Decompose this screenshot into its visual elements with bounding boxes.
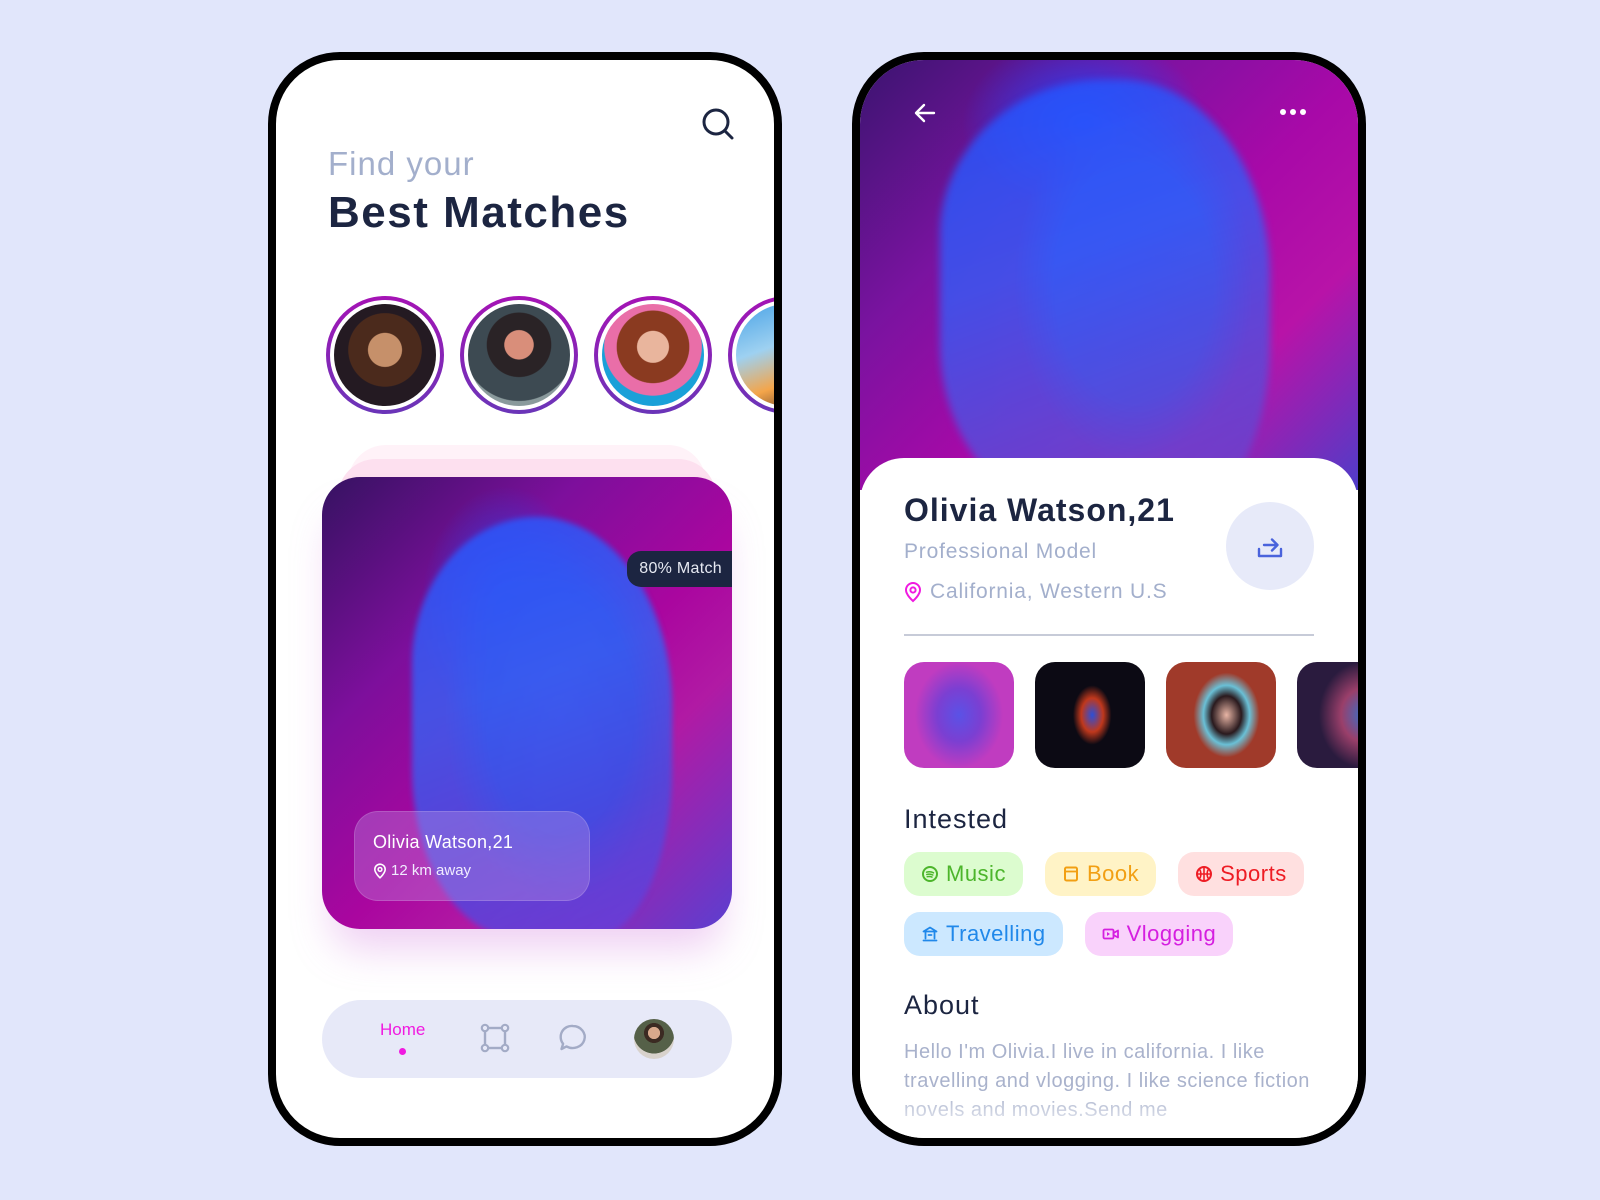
nav-discover[interactable]: [480, 1022, 510, 1054]
frame-icon: [480, 1023, 510, 1053]
section-divider: [904, 634, 1314, 636]
nav-messages[interactable]: [558, 1022, 588, 1054]
story-avatar-3[interactable]: [594, 296, 712, 414]
interest-chip-travelling[interactable]: Travelling: [904, 912, 1063, 956]
more-horizontal-icon-dot: [1300, 109, 1306, 115]
about-heading: About: [904, 990, 980, 1020]
chip-label: Music: [946, 861, 1006, 886]
story-avatar-4[interactable]: [728, 296, 774, 414]
interest-chip-vlogging[interactable]: Vlogging: [1084, 912, 1234, 956]
hero-photo-subject: [940, 80, 1270, 520]
distance-text: 12 km away: [391, 862, 472, 879]
share-icon: [1257, 538, 1283, 558]
chat-bubble-icon: [559, 1024, 586, 1051]
location-pin-icon: [373, 862, 387, 879]
home-screen-phone: Find your Best Matches 80% Match Olivia …: [268, 52, 782, 1146]
stories-row: [326, 296, 774, 418]
gallery-photo-3[interactable]: [1166, 662, 1276, 768]
gallery-photo-4[interactable]: [1297, 662, 1358, 768]
landmark-icon: [922, 926, 938, 942]
featured-match-card[interactable]: 80% Match Olivia Watson,21 12 km away: [322, 477, 732, 929]
video-camera-icon: [1102, 928, 1119, 940]
story-avatar-1[interactable]: [326, 296, 444, 414]
search-icon: [702, 108, 734, 140]
profile-name: Olivia Watson,21: [904, 492, 1175, 528]
chip-label: Vlogging: [1126, 921, 1217, 946]
story-photo: [736, 304, 774, 406]
match-percentage-badge: 80% Match: [627, 551, 732, 587]
profile-details-sheet: Olivia Watson,21 Professional Model Cali…: [860, 458, 1358, 1138]
about-text: Hello I'm Olivia.I live in california. I…: [904, 1041, 1310, 1121]
location-text: California, Western U.S: [930, 580, 1168, 603]
nav-home[interactable]: Home: [380, 1020, 425, 1055]
match-card-stack: 80% Match Olivia Watson,21 12 km away: [322, 445, 732, 935]
interests-chips: Music Book Sports Travelling Vlogging: [904, 852, 1324, 956]
more-options-button[interactable]: [1280, 104, 1316, 120]
card-info-panel: Olivia Watson,21 12 km away: [354, 811, 590, 901]
chip-label: Book: [1086, 861, 1140, 886]
chip-label: Travelling: [946, 921, 1046, 946]
profile-role: Professional Model: [904, 540, 1097, 563]
search-button[interactable]: [700, 106, 736, 142]
card-distance: 12 km away: [373, 862, 471, 879]
story-photo: [468, 304, 570, 406]
profile-location: California, Western U.S: [904, 580, 1167, 604]
basketball-icon: [1196, 866, 1213, 882]
nav-home-label: Home: [380, 1020, 426, 1039]
interest-chip-book[interactable]: Book: [1044, 852, 1157, 896]
more-horizontal-icon-dot: [1290, 109, 1296, 115]
book-icon: [1063, 866, 1078, 882]
music-icon: [922, 866, 938, 882]
active-indicator-dot: [399, 1048, 407, 1055]
back-button[interactable]: [910, 98, 940, 128]
interest-chip-sports[interactable]: Sports: [1178, 852, 1304, 896]
page-title: Best Matches: [328, 188, 630, 237]
story-avatar-2[interactable]: [460, 296, 578, 414]
interests-heading: Intested: [904, 804, 1009, 834]
gallery-photo-1[interactable]: [904, 662, 1014, 768]
bottom-navigation: Home: [322, 1000, 732, 1078]
gallery-photo-2[interactable]: [1035, 662, 1145, 768]
share-button[interactable]: [1226, 502, 1314, 590]
arrow-left-icon: [914, 103, 936, 123]
profile-screen-phone: Olivia Watson,21 Professional Model Cali…: [852, 52, 1366, 1146]
nav-profile-avatar[interactable]: [634, 1019, 674, 1059]
photo-gallery: [904, 662, 1358, 768]
interest-chip-music[interactable]: Music: [904, 852, 1023, 896]
more-horizontal-icon-dot: [1280, 109, 1286, 115]
story-photo: [334, 304, 436, 406]
location-pin-icon: [904, 581, 922, 603]
page-subtitle: Find your: [328, 145, 475, 182]
card-name: Olivia Watson,21: [373, 832, 514, 852]
story-photo: [602, 304, 704, 406]
chip-label: Sports: [1220, 861, 1287, 886]
